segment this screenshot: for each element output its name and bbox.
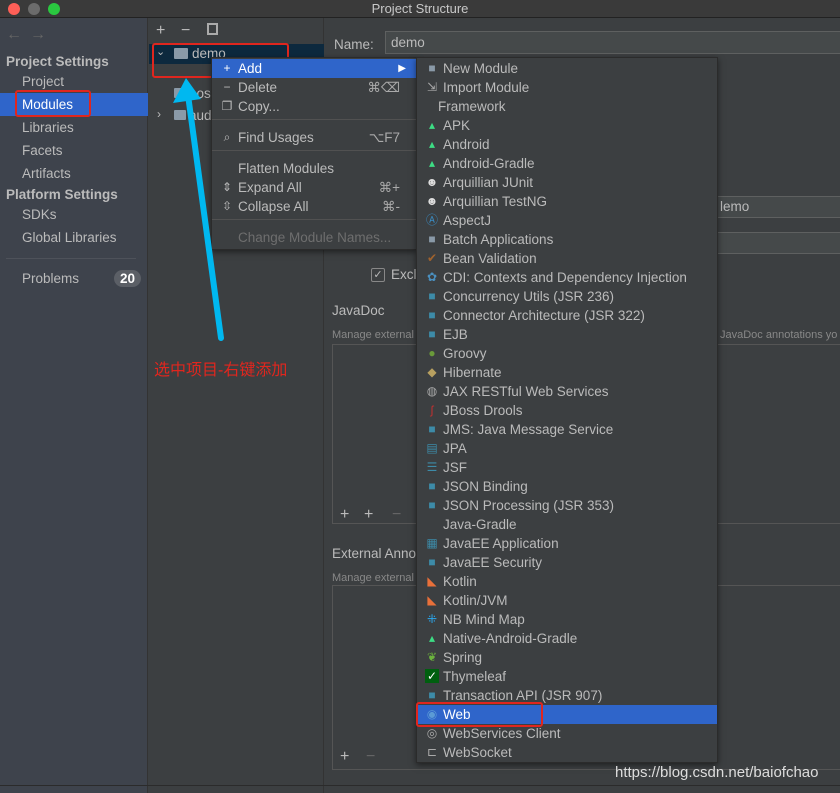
arrow-head bbox=[173, 78, 201, 103]
watermark: https://blog.csdn.net/baiofchao bbox=[615, 764, 819, 781]
annotation-arrow bbox=[173, 78, 224, 341]
annotation-text: 选中项目-右键添加 bbox=[154, 362, 288, 379]
arrow-shaft bbox=[185, 92, 224, 341]
